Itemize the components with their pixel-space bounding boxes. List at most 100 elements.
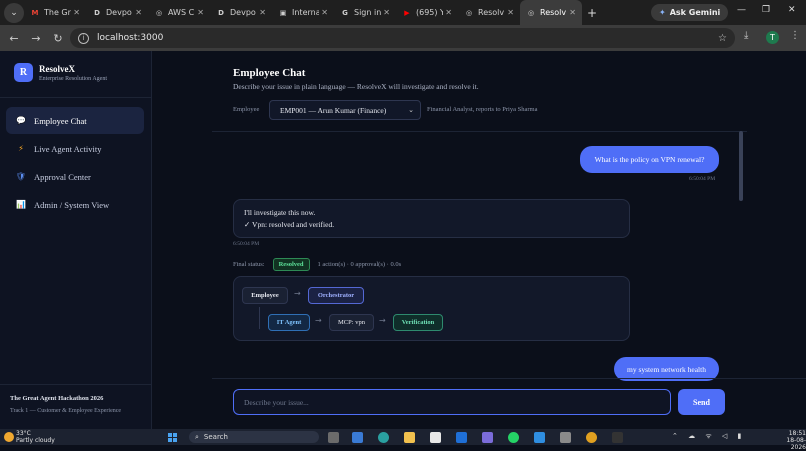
employee-select-value: EMP001 — Arun Kumar (Finance) <box>280 105 387 115</box>
employee-label: Employee <box>233 106 260 113</box>
browser-tab[interactable]: ◎ AWS C ✕ <box>148 0 210 25</box>
sidebar-item-admin-system-view[interactable]: 📊 Admin / System View <box>6 191 144 218</box>
connector-line <box>259 307 260 329</box>
message-input[interactable]: Describe your issue... <box>233 389 671 415</box>
close-tab-icon[interactable]: ✕ <box>383 8 390 17</box>
lightning-icon: ⚡ <box>18 144 24 153</box>
browser-tab[interactable]: ▶ (695) Y ✕ <box>396 0 458 25</box>
tab-label: Devpo <box>230 8 256 17</box>
maximize-icon[interactable]: ❐ <box>762 5 770 15</box>
vscode-icon[interactable] <box>534 432 545 443</box>
address-bar-row: ← → ↻ i localhost:3000 ☆ <box>0 25 806 51</box>
download-icon[interactable]: ⤓ <box>744 30 748 41</box>
tab-label: Devpo <box>106 8 132 17</box>
profile-avatar[interactable]: T <box>766 31 779 44</box>
page-subtitle: Describe your issue in plain language — … <box>233 82 479 91</box>
os-taskbar: 33°C Partly cloudy ⌕ Search ⌃ ☁ ᯤ ◁ ▮ 18… <box>0 429 806 451</box>
chrome-icon[interactable] <box>586 432 597 443</box>
close-tab-icon[interactable]: ✕ <box>197 8 204 17</box>
tab-label: AWS C <box>168 8 195 17</box>
agent-message-line: I'll investigate this now. <box>244 208 316 217</box>
site-info-icon[interactable]: i <box>78 32 89 44</box>
footer-subtitle: Track 1 — Customer & Employee Experience <box>10 408 122 414</box>
tab-search-icon[interactable]: ⌄ <box>4 2 24 23</box>
chat-scrollbar[interactable] <box>739 131 743 201</box>
url-field[interactable]: i localhost:3000 ☆ <box>70 28 735 48</box>
divider <box>0 97 151 98</box>
final-status-row: Final status: Resolved 1 action(s) · 0 a… <box>233 258 401 271</box>
file-explorer-icon[interactable] <box>404 432 415 443</box>
start-button[interactable] <box>168 433 177 442</box>
tab-label: Resolv <box>540 8 567 17</box>
browser-tab[interactable]: M The Gr ✕ <box>24 0 86 25</box>
status-label: Final status: <box>233 261 265 268</box>
divider <box>212 131 747 132</box>
browser-tab[interactable]: D Devpo ✕ <box>210 0 272 25</box>
sidebar-item-live-agent-activity[interactable]: ⚡ Live Agent Activity <box>6 135 144 162</box>
close-tab-icon[interactable]: ✕ <box>569 8 576 17</box>
sidebar-item-employee-chat[interactable]: 💬 Employee Chat <box>6 107 144 134</box>
browser-tab[interactable]: G Sign in ✕ <box>334 0 396 25</box>
chat-bubble-icon: 💬 <box>16 116 26 125</box>
close-tab-icon[interactable]: ✕ <box>135 8 142 17</box>
clock[interactable]: 18:51 18-08-2026 <box>773 430 806 451</box>
forward-icon[interactable]: → <box>25 32 47 45</box>
edge-icon[interactable] <box>378 432 389 443</box>
tab-label: The Gr <box>44 8 71 17</box>
divider <box>0 384 151 385</box>
browser-menu-icon[interactable]: ⋮ <box>790 30 800 41</box>
teams-icon[interactable] <box>482 432 493 443</box>
divider <box>212 378 806 379</box>
bookmark-star-icon[interactable]: ☆ <box>718 33 727 44</box>
mail-icon[interactable] <box>456 432 467 443</box>
browser-tab[interactable]: D Devpo ✕ <box>86 0 148 25</box>
system-tray[interactable]: ⌃ ☁ ᯤ ◁ ▮ <box>672 432 745 441</box>
main-panel: Employee Chat Describe your issue in pla… <box>152 51 806 429</box>
new-tab-button[interactable]: + <box>582 6 602 20</box>
message-timestamp: 6:50:04 PM <box>233 241 260 247</box>
back-icon[interactable]: ← <box>3 32 25 45</box>
close-tab-icon[interactable]: ✕ <box>321 8 328 17</box>
close-tab-icon[interactable]: ✕ <box>73 8 80 17</box>
bar-chart-icon: 📊 <box>16 200 26 209</box>
terminal-icon[interactable] <box>612 432 623 443</box>
whatsapp-icon[interactable] <box>508 432 519 443</box>
arrow-icon: → <box>294 289 301 298</box>
reload-icon[interactable]: ↻ <box>47 32 69 45</box>
store-icon[interactable] <box>430 432 441 443</box>
send-button[interactable]: Send <box>678 389 725 415</box>
search-icon: ⌕ <box>195 432 199 441</box>
brand-logo: R <box>14 63 33 82</box>
ask-gemini-button[interactable]: ✦ Ask Gemini <box>651 4 729 21</box>
close-tab-icon[interactable]: ✕ <box>507 8 514 17</box>
tab-label: Resolv <box>478 8 505 17</box>
browser-tab[interactable]: ▣ Interna ✕ <box>272 0 334 25</box>
message-timestamp: 6:50:04 PM <box>689 176 716 182</box>
globe-icon: ◎ <box>155 8 163 17</box>
copilot-icon[interactable] <box>352 432 363 443</box>
sidebar-item-approval-center[interactable]: 🛡 Approval Center <box>6 163 144 190</box>
clock-date: 18-08-2026 <box>786 437 806 451</box>
employee-select[interactable]: EMP001 — Arun Kumar (Finance) ⌄ <box>269 100 421 120</box>
weather-icon[interactable] <box>4 432 14 442</box>
close-tab-icon[interactable]: ✕ <box>259 8 266 17</box>
snipping-tool-icon[interactable] <box>560 432 571 443</box>
flow-node-verification: Verification <box>393 314 443 331</box>
task-view-icon[interactable] <box>328 432 339 443</box>
minimize-icon[interactable]: — <box>737 5 746 15</box>
close-window-icon[interactable]: ✕ <box>788 5 796 15</box>
close-tab-icon[interactable]: ✕ <box>445 8 452 17</box>
browser-tab[interactable]: ◎ Resolv ✕ <box>458 0 520 25</box>
page-icon: ▣ <box>279 8 287 17</box>
taskbar-search[interactable]: ⌕ Search <box>189 431 319 443</box>
flow-node-mcp: MCP: vpn <box>329 314 374 331</box>
weather-widget[interactable]: 33°C Partly cloudy <box>16 430 55 444</box>
sidebar-item-label: Live Agent Activity <box>34 143 102 154</box>
globe-icon: ◎ <box>465 8 473 17</box>
sidebar-item-label: Admin / System View <box>34 199 110 210</box>
browser-tab[interactable]: ◎ Resolv ✕ <box>520 0 582 25</box>
status-meta: 1 action(s) · 0 approval(s) · 0.0s <box>317 261 402 268</box>
brand-subtitle: Enterprise Resolution Agent <box>39 75 107 82</box>
brand-name: ResolveX <box>39 63 75 74</box>
tab-label: (695) Y <box>416 8 444 17</box>
